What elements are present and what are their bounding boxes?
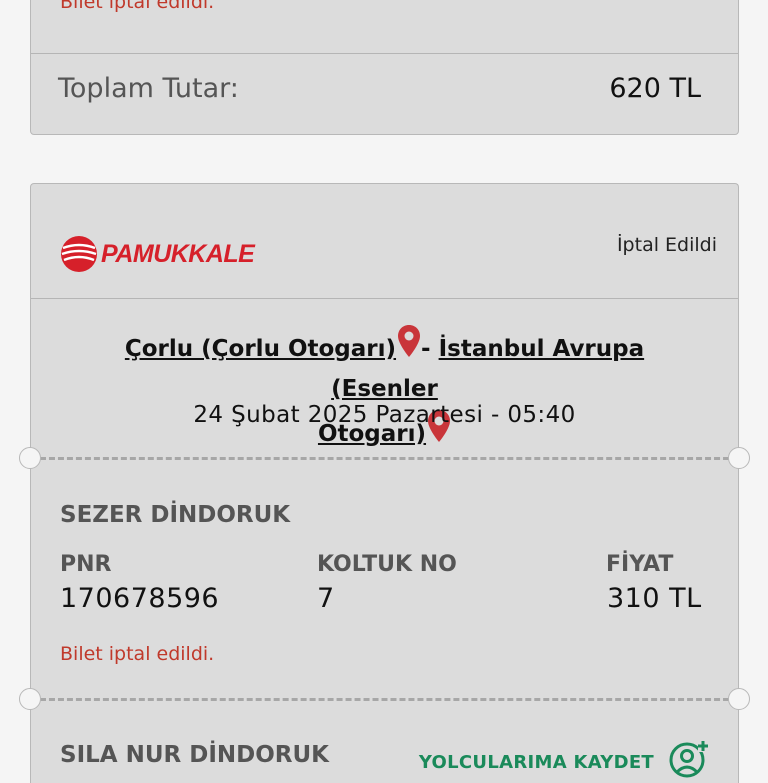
ticket-status: İptal Edildi — [616, 234, 717, 256]
seat-label: KOLTUK NO — [317, 552, 457, 577]
divider — [31, 298, 738, 299]
perforation-divider — [31, 698, 738, 702]
passenger-name: SEZER DİNDORUK — [60, 502, 291, 528]
ticket-notch — [19, 688, 41, 710]
total-value: 620 TL — [609, 73, 701, 104]
origin-link[interactable]: Çorlu (Çorlu Otogarı) — [125, 336, 396, 362]
map-pin-icon[interactable] — [397, 324, 421, 358]
ticket-card: PAMUKKALE İptal Edildi Çorlu (Çorlu Otog… — [19, 183, 750, 783]
company-logo: PAMUKKALE — [59, 234, 255, 274]
ticket-notch — [728, 447, 750, 469]
price-value: 310 TL — [607, 583, 702, 614]
cancel-message: Bilet iptal edildi. — [60, 643, 215, 665]
add-person-icon[interactable] — [668, 738, 710, 780]
company-name: PAMUKKALE — [101, 239, 255, 268]
price-label: FİYAT — [606, 552, 674, 577]
route: Çorlu (Çorlu Otogarı) - İstanbul Avrupa (… — [71, 324, 698, 454]
save-passenger-button[interactable]: YOLCULARIMA KAYDET — [419, 752, 654, 773]
seat-value: 7 — [317, 583, 335, 614]
pnr-value: 170678596 — [60, 583, 220, 614]
pamukkale-logo-icon — [61, 236, 97, 272]
ticket-notch — [728, 688, 750, 710]
cancel-message: Bilet iptal edildi. — [60, 0, 215, 13]
divider — [31, 53, 738, 54]
ticket-notch — [19, 447, 41, 469]
previous-ticket-card: Bilet iptal edildi. Toplam Tutar: 620 TL — [30, 0, 739, 135]
route-separator: - — [421, 336, 431, 362]
pnr-label: PNR — [60, 552, 112, 577]
departure-datetime: 24 Şubat 2025 Pazartesi - 05:40 — [193, 402, 576, 428]
total-label: Toplam Tutar: — [58, 73, 239, 104]
passenger-name: SILA NUR DİNDORUK — [60, 742, 329, 768]
perforation-divider — [31, 457, 738, 461]
